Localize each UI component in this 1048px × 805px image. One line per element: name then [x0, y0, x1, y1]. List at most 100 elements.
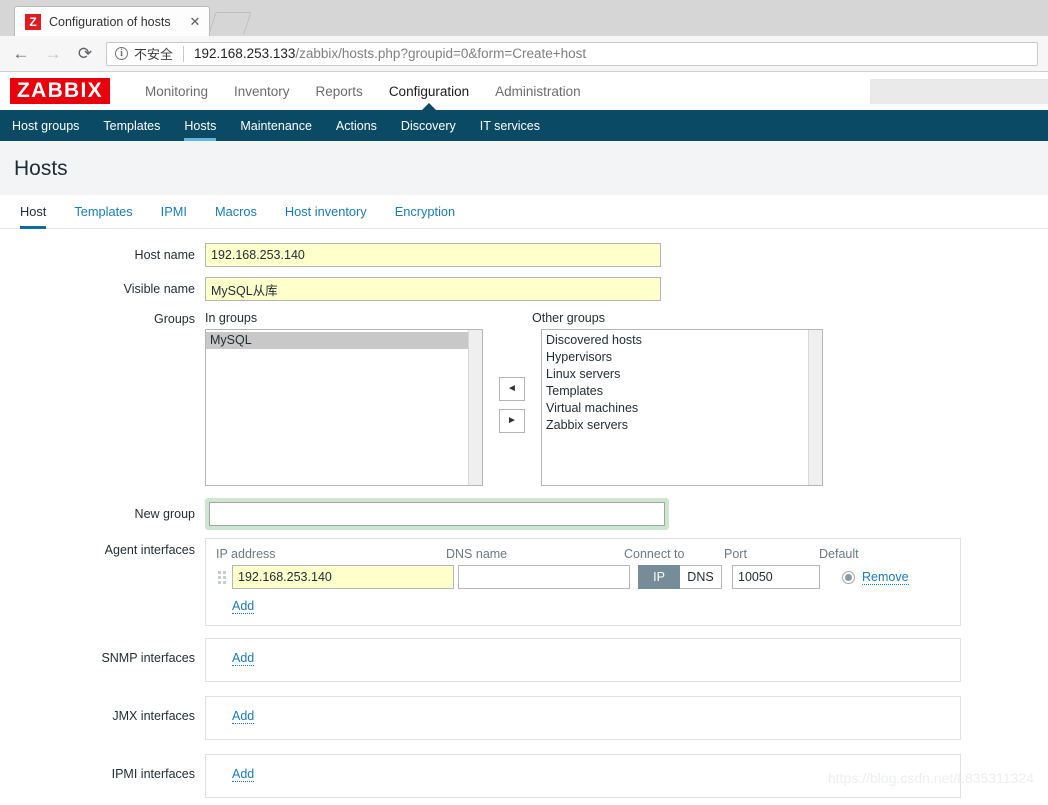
info-circle-icon[interactable]: i	[115, 47, 128, 60]
label-snmp-interfaces: SNMP interfaces	[101, 651, 195, 665]
subnav-item-host-groups[interactable]: Host groups	[10, 110, 91, 141]
url-path: /zabbix/hosts.php?groupid=0&form=Create+…	[295, 46, 587, 61]
interface-port-input[interactable]	[732, 565, 820, 589]
address-bar-url: 192.168.253.133/zabbix/hosts.php?groupid…	[194, 46, 586, 61]
label-host-name: Host name	[134, 248, 195, 262]
new-group-focus-ring	[205, 498, 669, 530]
add-ipmi-interface-link[interactable]: Add	[232, 767, 255, 782]
menu-item-reports[interactable]: Reports	[303, 72, 376, 110]
scrollbar[interactable]	[808, 330, 822, 485]
form-tabs: Host Templates IPMI Macros Host inventor…	[0, 195, 1048, 229]
dual-list-headers: In groups Other groups	[205, 311, 1048, 325]
subnav-item-discovery[interactable]: Discovery	[389, 110, 468, 141]
scrollbar[interactable]	[468, 330, 482, 485]
dual-list: MySQL ◄ ► Discovered hosts Hypervisors L…	[205, 329, 1048, 486]
list-item[interactable]: Zabbix servers	[542, 417, 808, 434]
field-row-visible-name: Visible name	[0, 277, 1048, 301]
column-header-dns-name: DNS name	[446, 547, 508, 561]
label-new-group: New group	[134, 507, 195, 521]
column-header-port: Port	[724, 547, 747, 561]
field-row-jmx-interfaces: JMX interfaces Add	[0, 696, 1048, 740]
security-status-label: 不安全	[134, 47, 174, 62]
visible-name-input[interactable]	[205, 277, 661, 301]
subnav-item-maintenance[interactable]: Maintenance	[228, 110, 324, 141]
move-left-button[interactable]: ◄	[499, 377, 525, 401]
zabbix-logo[interactable]: ZABBIX	[10, 78, 110, 104]
url-host: 192.168.253.133	[194, 46, 296, 61]
menu-item-inventory[interactable]: Inventory	[221, 72, 303, 110]
add-agent-interface-link[interactable]: Add	[232, 599, 255, 614]
list-item[interactable]: Linux servers	[542, 366, 808, 383]
column-header-connect-to: Connect to	[624, 547, 685, 561]
app-root: ZABBIX Monitoring Inventory Reports Conf…	[0, 72, 1048, 798]
connect-to-dns-button[interactable]: DNS	[680, 565, 722, 589]
subnav-item-it-services[interactable]: IT services	[468, 110, 552, 141]
page-title: Hosts	[14, 157, 68, 180]
browser-toolbar: ← → ⟳ i 不安全 192.168.253.133/zabbix/hosts…	[0, 36, 1048, 72]
tab-encryption[interactable]: Encryption	[381, 195, 469, 228]
drag-handle-icon[interactable]	[216, 570, 228, 584]
address-bar[interactable]: i 不安全 192.168.253.133/zabbix/hosts.php?g…	[106, 41, 1038, 66]
watermark-text: https://blog.csdn.net/L835311324	[827, 770, 1034, 786]
subnav-item-actions[interactable]: Actions	[324, 110, 389, 141]
interface-ip-input[interactable]	[232, 565, 454, 589]
transfer-buttons: ◄ ►	[499, 329, 525, 433]
field-row-new-group: New group	[0, 498, 1048, 530]
list-item[interactable]: MySQL	[206, 332, 468, 349]
add-jmx-interface-link[interactable]: Add	[232, 709, 255, 724]
agent-interfaces-panel: IP address DNS name Connect to Port Defa…	[205, 538, 961, 626]
subnav-item-hosts[interactable]: Hosts	[172, 110, 228, 141]
omnibox-divider	[183, 45, 185, 62]
host-name-input[interactable]	[205, 243, 661, 267]
connect-to-toggle: IP DNS	[638, 565, 722, 589]
default-interface-radio[interactable]	[842, 570, 855, 584]
global-search-input[interactable]	[870, 78, 1048, 104]
tab-host[interactable]: Host	[14, 195, 60, 229]
list-item[interactable]: Virtual machines	[542, 400, 808, 417]
menu-item-monitoring[interactable]: Monitoring	[132, 72, 221, 110]
list-item[interactable]: Templates	[542, 383, 808, 400]
subnav-item-templates[interactable]: Templates	[91, 110, 172, 141]
label-groups: Groups	[154, 312, 195, 326]
in-groups-listbox[interactable]: MySQL	[205, 329, 483, 486]
column-header-ip-address: IP address	[216, 547, 276, 561]
tab-host-inventory[interactable]: Host inventory	[271, 195, 381, 228]
new-tab-button[interactable]	[208, 12, 252, 34]
forward-arrow-icon: →	[44, 43, 62, 63]
browser-tab-title: Configuration of hosts	[49, 14, 171, 29]
default-cell: Remove	[842, 570, 909, 585]
list-item[interactable]: Hypervisors	[542, 349, 808, 366]
field-row-snmp-interfaces: SNMP interfaces Add	[0, 638, 1048, 682]
connect-to-ip-button[interactable]: IP	[638, 565, 680, 589]
tab-macros[interactable]: Macros	[201, 195, 271, 228]
browser-chrome: Z Configuration of hosts ✕ ← → ⟳ i 不安全 1…	[0, 0, 1048, 72]
host-form: Host name Visible name Groups	[0, 229, 1048, 798]
menu-item-configuration[interactable]: Configuration	[376, 72, 482, 111]
new-group-input[interactable]	[209, 502, 665, 526]
main-menu: Monitoring Inventory Reports Configurati…	[132, 72, 594, 111]
close-icon[interactable]: ✕	[187, 14, 203, 30]
browser-tabstrip: Z Configuration of hosts ✕	[0, 0, 1048, 36]
other-groups-listbox[interactable]: Discovered hosts Hypervisors Linux serve…	[541, 329, 823, 486]
remove-interface-link[interactable]: Remove	[862, 570, 909, 585]
agent-interfaces-header: IP address DNS name Connect to Port Defa…	[216, 547, 950, 561]
back-arrow-icon[interactable]: ←	[10, 43, 32, 65]
column-header-default: Default	[819, 547, 859, 561]
tab-templates[interactable]: Templates	[60, 195, 146, 228]
browser-tab[interactable]: Z Configuration of hosts ✕	[14, 6, 210, 36]
label-jmx-interfaces: JMX interfaces	[112, 709, 195, 723]
snmp-interfaces-panel: Add	[205, 638, 961, 682]
reload-icon[interactable]: ⟳	[74, 43, 96, 65]
app-header: ZABBIX Monitoring Inventory Reports Conf…	[0, 72, 1048, 111]
list-item[interactable]: Discovered hosts	[542, 332, 808, 349]
field-row-groups: Groups In groups Other groups MySQL ◄ ► …	[0, 311, 1048, 486]
menu-item-administration[interactable]: Administration	[482, 72, 594, 110]
add-snmp-interface-link[interactable]: Add	[232, 651, 255, 666]
tab-ipmi[interactable]: IPMI	[147, 195, 201, 228]
page-area: Hosts Host Templates IPMI Macros Host in…	[0, 141, 1048, 798]
move-right-button[interactable]: ►	[499, 409, 525, 433]
zabbix-favicon-icon: Z	[25, 13, 41, 30]
host-form-card: Host Templates IPMI Macros Host inventor…	[0, 195, 1048, 798]
label-agent-interfaces: Agent interfaces	[104, 543, 195, 557]
interface-dns-input[interactable]	[458, 565, 630, 589]
